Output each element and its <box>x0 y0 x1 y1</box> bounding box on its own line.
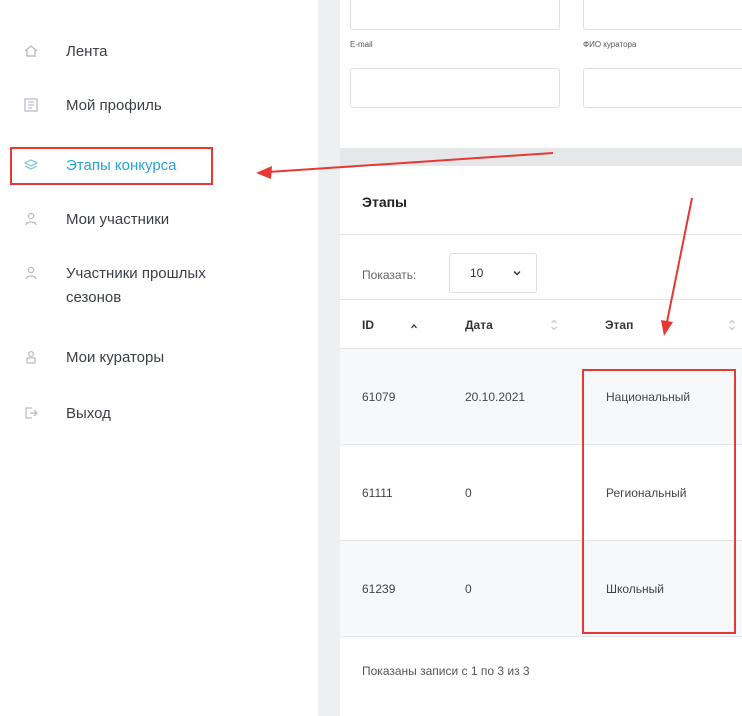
user-icon <box>24 211 38 227</box>
chevron-down-icon <box>513 270 521 276</box>
sort-asc-icon[interactable] <box>410 320 418 334</box>
email-field[interactable] <box>350 68 560 108</box>
sidebar-item-label: Мои кураторы <box>66 349 165 366</box>
sort-icon[interactable] <box>728 318 736 332</box>
profile-icon <box>24 97 38 113</box>
sidebar-item-label: Выход <box>66 405 111 422</box>
annotation-highlight-box <box>10 147 213 185</box>
sort-icon[interactable] <box>550 318 558 332</box>
sidebar-item-label: Мои участники <box>66 211 170 228</box>
sidebar-item-label: Лента <box>66 43 108 60</box>
column-header-stage[interactable]: Этап <box>605 300 633 350</box>
sidebar-item-label-line2: сезонов <box>66 289 122 306</box>
page-size-label: Показать: <box>362 268 417 282</box>
curator-name-label: ФИО куратора <box>583 40 637 49</box>
column-header-date[interactable]: Дата <box>465 300 493 350</box>
cell-id: 61079 <box>362 390 396 404</box>
profile-form: E-mail ФИО куратора <box>340 0 742 148</box>
cell-id: 61111 <box>362 486 393 500</box>
section-gap <box>340 148 742 166</box>
layout-divider <box>318 0 340 716</box>
user-icon <box>24 265 38 281</box>
form-field-top-right[interactable] <box>583 0 742 30</box>
annotation-highlight-box <box>582 369 736 634</box>
column-header-id[interactable]: ID <box>362 300 374 350</box>
cell-date: 0 <box>465 486 472 500</box>
page-size-value: 10 <box>470 266 484 280</box>
table-info: Показаны записи с 1 по 3 из 3 <box>362 664 530 678</box>
table-header: ID Дата Этап <box>340 299 742 349</box>
form-field-top-left[interactable] <box>350 0 560 30</box>
logout-icon <box>24 405 38 421</box>
cell-id: 61239 <box>362 582 396 596</box>
sidebar-item-label: Мой профиль <box>66 97 162 114</box>
email-label: E-mail <box>350 40 373 49</box>
card-separator <box>340 234 742 235</box>
home-icon <box>24 43 38 59</box>
cell-date: 0 <box>465 582 472 596</box>
person-icon <box>24 349 38 365</box>
cell-date: 20.10.2021 <box>465 390 526 404</box>
sidebar: Лента Мой профиль Этапы конкурса Мои уча… <box>0 0 318 716</box>
curator-name-field[interactable] <box>583 68 742 108</box>
page-size-select[interactable]: 10 <box>449 253 537 293</box>
sidebar-item-label: Участники прошлых <box>66 265 206 282</box>
card-title: Этапы <box>362 194 408 210</box>
